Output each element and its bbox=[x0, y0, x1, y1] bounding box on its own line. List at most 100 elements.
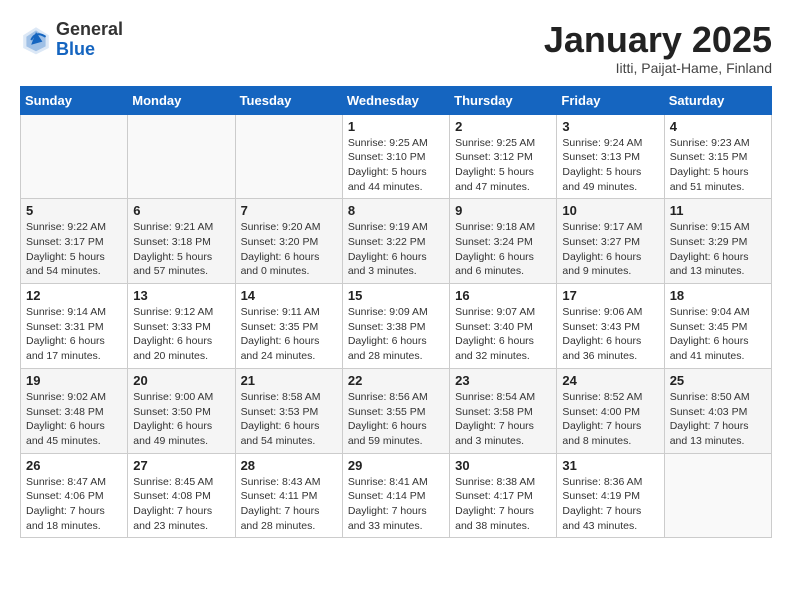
calendar-day-cell: 12 Sunrise: 9:14 AM Sunset: 3:31 PM Dayli… bbox=[21, 284, 128, 369]
day-detail: Sunrise: 9:09 AM Sunset: 3:38 PM Dayligh… bbox=[348, 305, 444, 364]
calendar-day-cell: 25 Sunrise: 8:50 AM Sunset: 4:03 PM Dayli… bbox=[664, 368, 771, 453]
calendar-day-cell: 4 Sunrise: 9:23 AM Sunset: 3:15 PM Daylig… bbox=[664, 114, 771, 199]
day-number: 1 bbox=[348, 119, 444, 134]
day-detail: Sunrise: 8:43 AM Sunset: 4:11 PM Dayligh… bbox=[241, 475, 337, 534]
day-detail: Sunrise: 9:02 AM Sunset: 3:48 PM Dayligh… bbox=[26, 390, 122, 449]
weekday-header: Thursday bbox=[450, 86, 557, 114]
calendar-day-cell: 5 Sunrise: 9:22 AM Sunset: 3:17 PM Daylig… bbox=[21, 199, 128, 284]
day-number: 24 bbox=[562, 373, 658, 388]
calendar-day-cell: 7Sunrise: 9:20 AM Sunset: 3:20 PM Daylig… bbox=[235, 199, 342, 284]
day-detail: Sunrise: 9:12 AM Sunset: 3:33 PM Dayligh… bbox=[133, 305, 229, 364]
calendar-location: Iitti, Paijat-Hame, Finland bbox=[544, 60, 772, 76]
day-detail: Sunrise: 8:38 AM Sunset: 4:17 PM Dayligh… bbox=[455, 475, 551, 534]
day-detail: Sunrise: 9:11 AM Sunset: 3:35 PM Dayligh… bbox=[241, 305, 337, 364]
calendar-day-cell: 28 Sunrise: 8:43 AM Sunset: 4:11 PM Dayli… bbox=[235, 453, 342, 538]
calendar-day-cell: 31Sunrise: 8:36 AM Sunset: 4:19 PM Dayli… bbox=[557, 453, 664, 538]
day-number: 15 bbox=[348, 288, 444, 303]
day-detail: Sunrise: 9:04 AM Sunset: 3:45 PM Dayligh… bbox=[670, 305, 766, 364]
day-number: 4 bbox=[670, 119, 766, 134]
day-number: 27 bbox=[133, 458, 229, 473]
day-number: 25 bbox=[670, 373, 766, 388]
day-detail: Sunrise: 9:18 AM Sunset: 3:24 PM Dayligh… bbox=[455, 220, 551, 279]
day-detail: Sunrise: 9:14 AM Sunset: 3:31 PM Dayligh… bbox=[26, 305, 122, 364]
day-detail: Sunrise: 9:07 AM Sunset: 3:40 PM Dayligh… bbox=[455, 305, 551, 364]
day-detail: Sunrise: 8:54 AM Sunset: 3:58 PM Dayligh… bbox=[455, 390, 551, 449]
calendar-day-cell: 19 Sunrise: 9:02 AM Sunset: 3:48 PM Dayli… bbox=[21, 368, 128, 453]
day-detail: Sunrise: 9:25 AM Sunset: 3:12 PM Dayligh… bbox=[455, 136, 551, 195]
day-detail: Sunrise: 9:15 AM Sunset: 3:29 PM Dayligh… bbox=[670, 220, 766, 279]
calendar-day-cell: 1 Sunrise: 9:25 AM Sunset: 3:10 PM Daylig… bbox=[342, 114, 449, 199]
calendar-week-row: 5 Sunrise: 9:22 AM Sunset: 3:17 PM Daylig… bbox=[21, 199, 772, 284]
calendar-day-cell: 21Sunrise: 8:58 AM Sunset: 3:53 PM Dayli… bbox=[235, 368, 342, 453]
day-detail: Sunrise: 9:25 AM Sunset: 3:10 PM Dayligh… bbox=[348, 136, 444, 195]
calendar-day-cell: 8 Sunrise: 9:19 AM Sunset: 3:22 PM Daylig… bbox=[342, 199, 449, 284]
day-number: 10 bbox=[562, 203, 658, 218]
calendar-day-cell: 14 Sunrise: 9:11 AM Sunset: 3:35 PM Dayli… bbox=[235, 284, 342, 369]
day-detail: Sunrise: 9:00 AM Sunset: 3:50 PM Dayligh… bbox=[133, 390, 229, 449]
weekday-header-row: SundayMondayTuesdayWednesdayThursdayFrid… bbox=[21, 86, 772, 114]
day-number: 17 bbox=[562, 288, 658, 303]
calendar-day-cell bbox=[664, 453, 771, 538]
weekday-header: Sunday bbox=[21, 86, 128, 114]
day-number: 11 bbox=[670, 203, 766, 218]
day-detail: Sunrise: 9:22 AM Sunset: 3:17 PM Dayligh… bbox=[26, 220, 122, 279]
day-detail: Sunrise: 9:20 AM Sunset: 3:20 PM Dayligh… bbox=[241, 220, 337, 279]
day-detail: Sunrise: 8:41 AM Sunset: 4:14 PM Dayligh… bbox=[348, 475, 444, 534]
calendar-day-cell: 15 Sunrise: 9:09 AM Sunset: 3:38 PM Dayli… bbox=[342, 284, 449, 369]
day-number: 14 bbox=[241, 288, 337, 303]
calendar-day-cell: 29Sunrise: 8:41 AM Sunset: 4:14 PM Dayli… bbox=[342, 453, 449, 538]
calendar-day-cell: 27Sunrise: 8:45 AM Sunset: 4:08 PM Dayli… bbox=[128, 453, 235, 538]
day-detail: Sunrise: 9:19 AM Sunset: 3:22 PM Dayligh… bbox=[348, 220, 444, 279]
calendar-day-cell: 26Sunrise: 8:47 AM Sunset: 4:06 PM Dayli… bbox=[21, 453, 128, 538]
day-number: 13 bbox=[133, 288, 229, 303]
day-number: 6 bbox=[133, 203, 229, 218]
day-detail: Sunrise: 8:56 AM Sunset: 3:55 PM Dayligh… bbox=[348, 390, 444, 449]
day-detail: Sunrise: 8:50 AM Sunset: 4:03 PM Dayligh… bbox=[670, 390, 766, 449]
day-detail: Sunrise: 8:52 AM Sunset: 4:00 PM Dayligh… bbox=[562, 390, 658, 449]
calendar-day-cell: 13 Sunrise: 9:12 AM Sunset: 3:33 PM Dayli… bbox=[128, 284, 235, 369]
weekday-header: Tuesday bbox=[235, 86, 342, 114]
day-number: 12 bbox=[26, 288, 122, 303]
day-detail: Sunrise: 9:23 AM Sunset: 3:15 PM Dayligh… bbox=[670, 136, 766, 195]
day-detail: Sunrise: 8:36 AM Sunset: 4:19 PM Dayligh… bbox=[562, 475, 658, 534]
calendar-day-cell: 20Sunrise: 9:00 AM Sunset: 3:50 PM Dayli… bbox=[128, 368, 235, 453]
day-number: 3 bbox=[562, 119, 658, 134]
day-number: 23 bbox=[455, 373, 551, 388]
weekday-header: Saturday bbox=[664, 86, 771, 114]
calendar-day-cell: 3 Sunrise: 9:24 AM Sunset: 3:13 PM Daylig… bbox=[557, 114, 664, 199]
day-number: 19 bbox=[26, 373, 122, 388]
day-detail: Sunrise: 9:06 AM Sunset: 3:43 PM Dayligh… bbox=[562, 305, 658, 364]
calendar-day-cell bbox=[128, 114, 235, 199]
calendar-week-row: 26Sunrise: 8:47 AM Sunset: 4:06 PM Dayli… bbox=[21, 453, 772, 538]
title-block: January 2025 Iitti, Paijat-Hame, Finland bbox=[544, 20, 772, 76]
calendar-week-row: 1 Sunrise: 9:25 AM Sunset: 3:10 PM Daylig… bbox=[21, 114, 772, 199]
calendar-day-cell: 22Sunrise: 8:56 AM Sunset: 3:55 PM Dayli… bbox=[342, 368, 449, 453]
calendar-day-cell bbox=[235, 114, 342, 199]
calendar-day-cell: 17 Sunrise: 9:06 AM Sunset: 3:43 PM Dayli… bbox=[557, 284, 664, 369]
page-header: General Blue January 2025 Iitti, Paijat-… bbox=[20, 20, 772, 76]
calendar-day-cell: 24 Sunrise: 8:52 AM Sunset: 4:00 PM Dayli… bbox=[557, 368, 664, 453]
day-number: 2 bbox=[455, 119, 551, 134]
calendar-day-cell: 16Sunrise: 9:07 AM Sunset: 3:40 PM Dayli… bbox=[450, 284, 557, 369]
day-number: 28 bbox=[241, 458, 337, 473]
day-detail: Sunrise: 8:58 AM Sunset: 3:53 PM Dayligh… bbox=[241, 390, 337, 449]
day-number: 30 bbox=[455, 458, 551, 473]
calendar-day-cell: 30 Sunrise: 8:38 AM Sunset: 4:17 PM Dayli… bbox=[450, 453, 557, 538]
day-detail: Sunrise: 9:24 AM Sunset: 3:13 PM Dayligh… bbox=[562, 136, 658, 195]
calendar-week-row: 12 Sunrise: 9:14 AM Sunset: 3:31 PM Dayli… bbox=[21, 284, 772, 369]
calendar-day-cell: 9 Sunrise: 9:18 AM Sunset: 3:24 PM Daylig… bbox=[450, 199, 557, 284]
calendar-day-cell: 2 Sunrise: 9:25 AM Sunset: 3:12 PM Daylig… bbox=[450, 114, 557, 199]
logo-general: General bbox=[56, 20, 123, 40]
day-number: 18 bbox=[670, 288, 766, 303]
day-detail: Sunrise: 9:21 AM Sunset: 3:18 PM Dayligh… bbox=[133, 220, 229, 279]
day-number: 5 bbox=[26, 203, 122, 218]
day-number: 8 bbox=[348, 203, 444, 218]
weekday-header: Monday bbox=[128, 86, 235, 114]
day-number: 9 bbox=[455, 203, 551, 218]
calendar-day-cell: 18 Sunrise: 9:04 AM Sunset: 3:45 PM Dayli… bbox=[664, 284, 771, 369]
logo: General Blue bbox=[20, 20, 123, 60]
weekday-header: Friday bbox=[557, 86, 664, 114]
calendar-day-cell bbox=[21, 114, 128, 199]
day-number: 26 bbox=[26, 458, 122, 473]
calendar-week-row: 19 Sunrise: 9:02 AM Sunset: 3:48 PM Dayli… bbox=[21, 368, 772, 453]
